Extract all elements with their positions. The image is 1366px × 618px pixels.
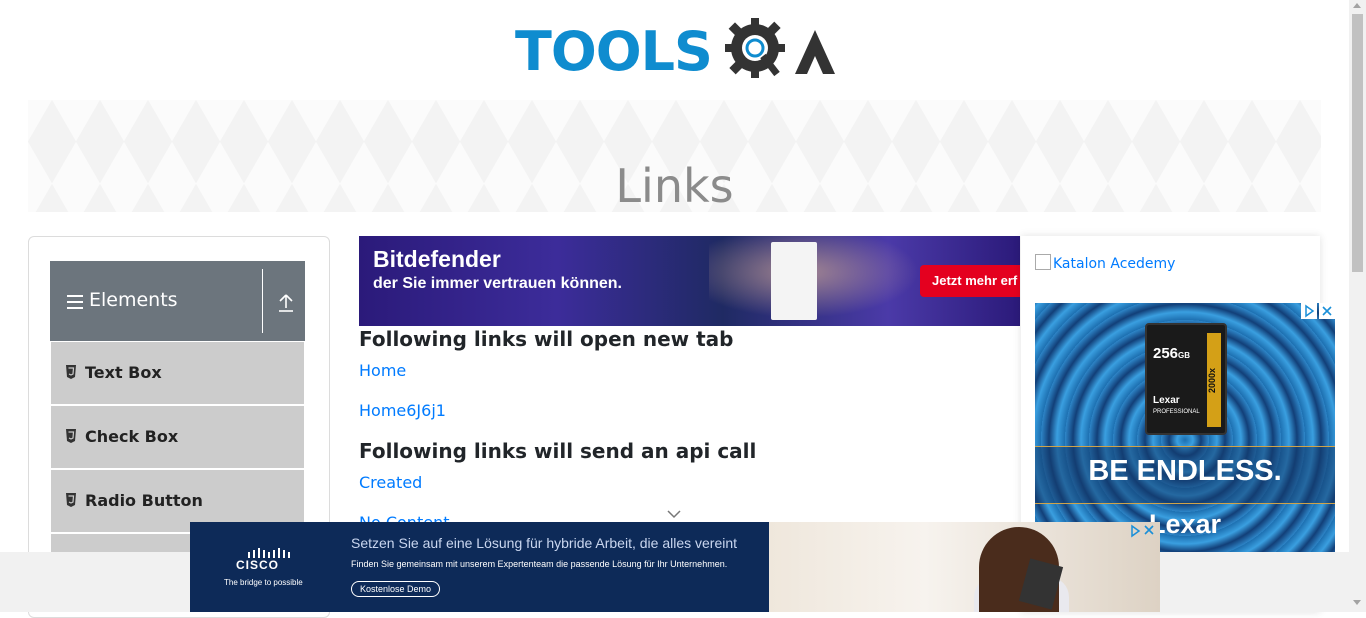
close-icon[interactable] [1319,303,1335,319]
product-box-image [771,242,817,320]
sidebar-item-label: Check Box [85,427,179,446]
page-title: Links [615,158,734,213]
card-sub: PROFESSIONAL [1153,409,1200,415]
cisco-ad[interactable]: CISCO The bridge to possible Setzen Sie … [190,522,1160,612]
card-brand: Lexar [1153,395,1180,406]
ad-photo [769,522,1160,612]
cisco-tagline: The bridge to possible [224,578,303,587]
sd-card-image: 256GB 2000x Lexar PROFESSIONAL [1145,323,1227,435]
ad-headline: Setzen Sie auf eine Lösung für hybride A… [351,535,738,551]
sidebar-item-label: Text Box [85,363,162,382]
bitdefender-ad[interactable]: Bitdefender der Sie immer vertrauen könn… [359,236,1020,326]
ad-subline: Finden Sie gemeinsam mit unserem Experte… [351,559,728,569]
sidebar-item-label: Radio Button [85,491,203,510]
header-divider [262,269,263,333]
sidebar-item-text-box[interactable]: Text Box [51,342,304,406]
section-title-api-call: Following links will send an api call [359,439,757,463]
scroll-down-arrow-icon[interactable] [1353,600,1361,605]
ad-tagline: der Sie immer vertrauen können. [373,275,622,292]
lexar-ad[interactable]: 256GB 2000x Lexar PROFESSIONAL BE ENDLES… [1035,303,1335,552]
ad-slogan: BE ENDLESS. [1088,455,1282,487]
scrollbar-thumb[interactable] [1352,14,1363,272]
html5-icon [66,429,76,443]
katalon-academy-link[interactable]: Katalon Acedemy [1035,254,1175,272]
hamburger-icon [67,295,83,309]
logo-gear-qa-icon [725,18,835,78]
link-created[interactable]: Created [359,473,422,492]
broken-image-icon [1035,254,1051,270]
link-home[interactable]: Home [359,361,406,380]
card-speed: 2000x [1207,333,1221,427]
adchoices-icon[interactable] [1301,303,1317,319]
page-scrollbar[interactable] [1349,0,1366,612]
sidebar-item-check-box[interactable]: Check Box [51,406,304,470]
html5-icon [66,365,76,379]
cisco-logo-icon [248,548,290,558]
adchoices-icon[interactable] [1128,524,1142,538]
close-icon[interactable] [1142,523,1156,537]
ad-brand: Bitdefender [373,246,501,272]
toolsqa-logo[interactable]: TOOLS [515,16,840,90]
ad-cta-button[interactable]: Jetzt mehr erf [920,265,1020,297]
ad-people-image [709,236,939,326]
cisco-brand: CISCO [236,558,280,572]
sidebar-group-elements[interactable]: Elements [50,261,305,341]
collapse-arrow-icon[interactable] [277,293,295,313]
link-home-dynamic[interactable]: Home6J6j1 [359,401,446,420]
section-title-new-tab: Following links will open new tab [359,327,734,351]
ad-demo-button[interactable]: Kostenlose Demo [351,581,441,597]
page-banner: Links [28,100,1321,213]
logo-text: TOOLS [515,20,713,83]
chevron-down-icon[interactable] [667,510,681,519]
html5-icon [66,493,76,507]
sidebar-group-label: Elements [89,289,178,311]
card-capacity: 256GB [1153,345,1191,362]
katalon-alt-text: Katalon Acedemy [1053,256,1176,272]
scroll-up-arrow-icon[interactable] [1353,3,1361,8]
